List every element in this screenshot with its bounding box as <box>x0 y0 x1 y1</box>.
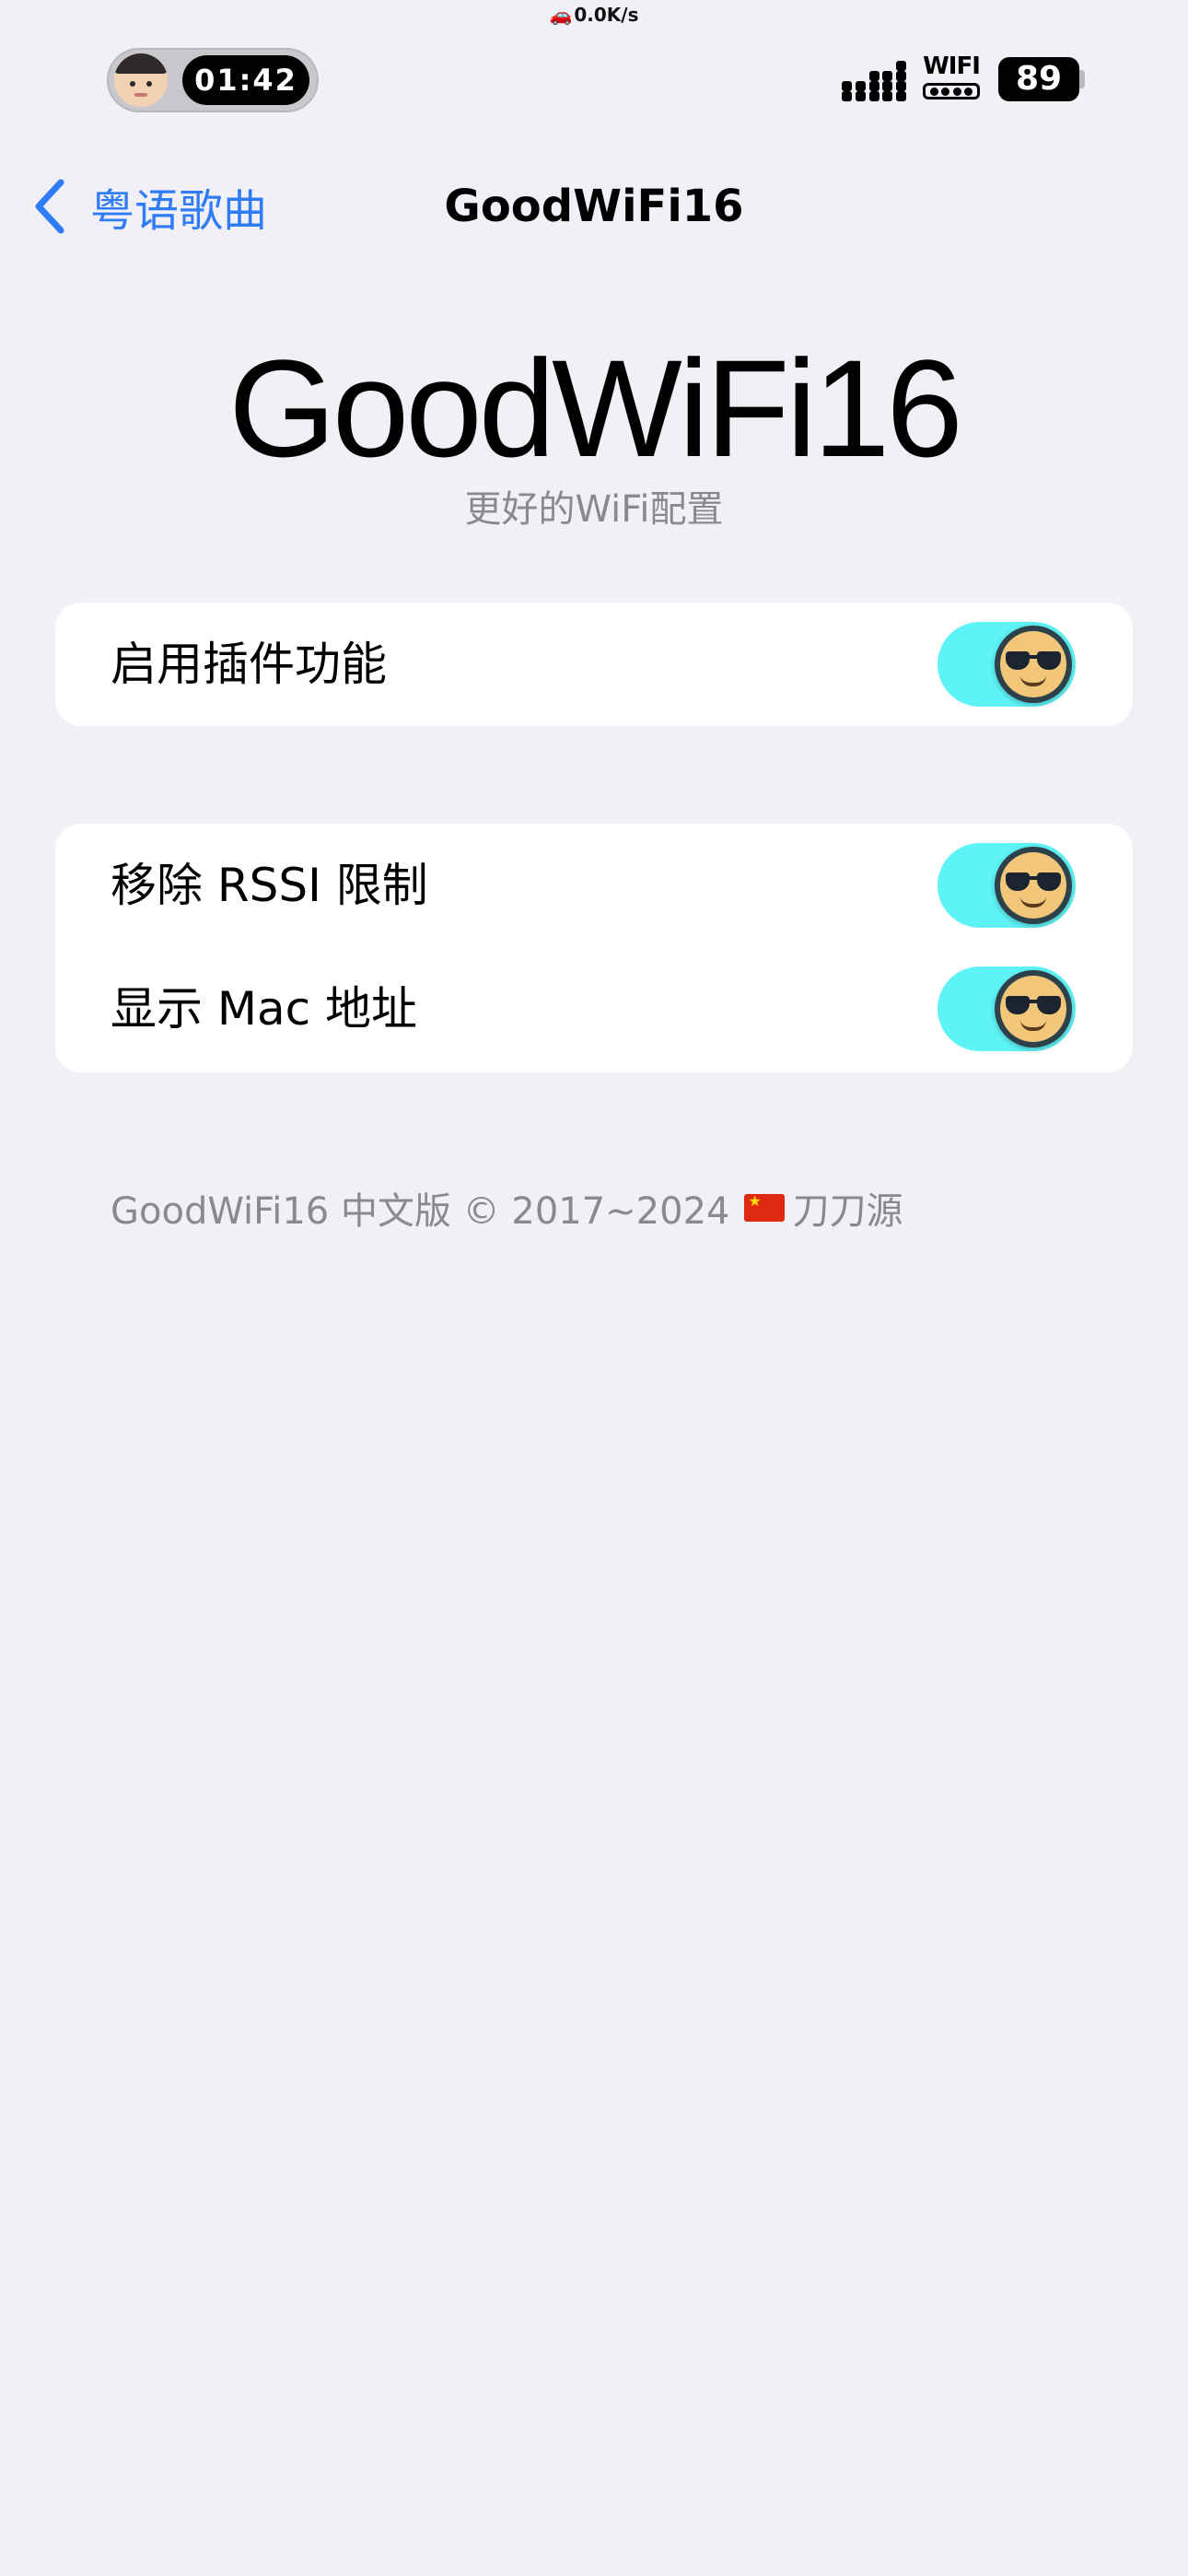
nav-title: GoodWiFi16 <box>444 181 744 232</box>
status-pill[interactable]: 01:42 <box>107 48 319 112</box>
show-mac-toggle[interactable] <box>938 966 1076 1051</box>
china-flag-icon <box>744 1192 786 1222</box>
battery-cap-icon <box>1079 70 1085 88</box>
settings-group-plugin: 启用插件功能 <box>55 603 1133 726</box>
wifi-label: WIFI <box>923 53 981 80</box>
footer-copyright: GoodWiFi16 中文版 © 2017~2024 <box>111 1190 730 1233</box>
sunglasses-face-icon <box>1000 976 1066 1042</box>
settings-row-show-mac: 显示 Mac 地址 <box>55 947 1133 1071</box>
remove-rssi-toggle[interactable] <box>938 843 1076 928</box>
cellular-signal-icon <box>842 61 906 101</box>
status-time: 01:42 <box>182 55 309 105</box>
footer-author: 刀刀源 <box>792 1190 903 1233</box>
app-subtitle: 更好的WiFi配置 <box>464 488 724 531</box>
network-speed: 🚗 0.0K/s <box>0 4 1188 26</box>
footer: GoodWiFi16 中文版 © 2017~2024 刀刀源 <box>111 1181 903 1235</box>
toggle-knob <box>995 847 1072 924</box>
settings-row-label: 显示 Mac 地址 <box>111 982 418 1036</box>
settings-row-remove-rssi: 移除 RSSI 限制 <box>55 824 1133 947</box>
enable-plugin-toggle[interactable] <box>938 622 1076 707</box>
settings-group-wifi: 移除 RSSI 限制 显示 Mac 地址 <box>55 824 1133 1072</box>
avatar <box>114 53 168 107</box>
network-speed-value: 0.0K/s <box>574 4 639 26</box>
car-icon: 🚗 <box>549 4 573 26</box>
app-title: GoodWiFi16 <box>228 331 963 486</box>
toggle-knob <box>995 626 1072 703</box>
battery-level: 89 <box>998 57 1079 101</box>
wifi-strength-icon <box>923 83 980 100</box>
wifi-status-icon: WIFI <box>921 53 982 100</box>
settings-row-enable-plugin: 启用插件功能 <box>55 603 1133 726</box>
toggle-knob <box>995 970 1072 1048</box>
sunglasses-face-icon <box>1000 631 1066 697</box>
settings-row-label: 启用插件功能 <box>111 638 387 691</box>
settings-row-label: 移除 RSSI 限制 <box>111 859 428 912</box>
sunglasses-face-icon <box>1000 852 1066 919</box>
